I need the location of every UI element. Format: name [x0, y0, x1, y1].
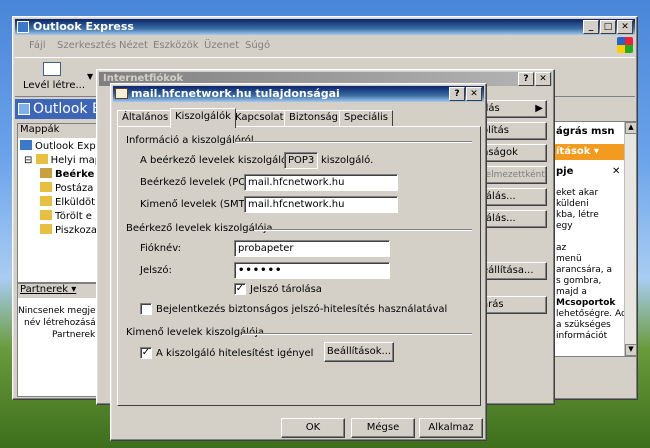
tree-deleted[interactable]: Törölt e: [40, 210, 92, 222]
incoming-type-suffix: kiszolgáló.: [321, 155, 374, 166]
menu-view[interactable]: Nézet: [119, 40, 148, 51]
menu-file[interactable]: Fájl: [29, 40, 46, 51]
outlook-title: Outlook Express: [33, 20, 134, 33]
account-input[interactable]: probapeter: [234, 240, 390, 257]
accounts-side-btn-4[interactable]: telmezettként: [479, 166, 547, 184]
smtp-auth-checkbox[interactable]: ✓: [140, 347, 152, 359]
menu-help[interactable]: Súgó: [245, 40, 270, 51]
windows-flag-icon: [617, 37, 633, 53]
smtp-auth-label: A kiszolgáló hitelesítést igényel: [156, 348, 314, 359]
menu-tools[interactable]: Eszközök: [153, 40, 199, 51]
spa-label: Bejelentkezés biztonságos jelszó-hiteles…: [156, 304, 448, 315]
pop3-input[interactable]: mail.hfcnetwork.hu: [244, 174, 398, 191]
maximize-button[interactable]: □: [600, 20, 616, 34]
tab-page: Információ a kiszolgálóról A beérkező le…: [117, 126, 481, 406]
outlook-banner-icon: [18, 103, 30, 115]
tab-advanced[interactable]: Speciális: [339, 110, 394, 126]
menu-bar: Fájl Szerkesztés Nézet Eszközök Üzenet S…: [15, 37, 635, 55]
msn-section: ítások ▾: [552, 144, 624, 160]
new-mail-icon: [43, 62, 61, 76]
outlook-app-icon: [17, 21, 29, 33]
incoming-type-field: POP3: [284, 152, 318, 169]
accounts-side-btn-5[interactable]: tálás...: [479, 188, 547, 206]
msn-scrollbar[interactable]: ▲ ▼: [624, 122, 636, 356]
tree-inbox[interactable]: Beérke: [40, 168, 94, 180]
folders-header: Mappák: [18, 124, 102, 138]
server-info-group-label: Információ a kiszolgálóról: [126, 135, 254, 146]
properties-dialog: mail.hfcnetwork.hu tulajdonságai ? ✕ Ált…: [110, 83, 487, 441]
smtp-input[interactable]: mail.hfcnetwork.hu: [244, 196, 398, 213]
msn-heading: pje: [556, 166, 574, 177]
dropdown-arrow-icon[interactable]: ▼: [87, 72, 93, 81]
dialog-titlebar: mail.hfcnetwork.hu tulajdonságai ? ✕: [113, 86, 484, 102]
accounts-side-btn-3[interactable]: nságok: [479, 144, 547, 162]
account-label: Fióknév:: [140, 243, 181, 254]
tab-strip: Általános Kiszolgálók Kapcsolat Biztonsá…: [117, 108, 481, 128]
outgoing-server-divider: [242, 333, 472, 335]
menu-message[interactable]: Üzenet: [204, 40, 239, 51]
dialog-help-button[interactable]: ?: [449, 87, 465, 101]
contacts-pane: Partnerek ▾ Nincsenek megjelení név létr…: [17, 283, 113, 397]
dialog-title: mail.hfcnetwork.hu tulajdonságai: [131, 87, 340, 100]
incoming-server-group-label: Beérkező levelek kiszolgálója: [126, 223, 273, 234]
incoming-server-divider: [254, 229, 472, 231]
tab-servers[interactable]: Kiszolgálók: [170, 108, 236, 128]
new-mail-button[interactable]: Levél létre...: [21, 60, 85, 94]
contacts-text-2: név létrehozásáho: [24, 318, 107, 328]
msn-brand: ágrás msn: [556, 126, 615, 137]
msn-pane: ágrás msn ítások ▾ pje ✕ eket akar külde…: [551, 121, 637, 357]
cancel-button[interactable]: Mégse: [351, 418, 415, 438]
remember-password-label: Jelszó tárolása: [250, 284, 322, 295]
server-info-divider: [236, 141, 472, 143]
minimize-button[interactable]: _: [583, 20, 599, 34]
accounts-help-button[interactable]: ?: [518, 72, 534, 86]
spa-checkbox[interactable]: [140, 303, 152, 315]
apply-button[interactable]: Alkalmaz: [419, 418, 483, 438]
dialog-close-button[interactable]: ✕: [466, 87, 482, 101]
contacts-header[interactable]: Partnerek ▾: [18, 284, 102, 298]
tree-sent[interactable]: Elküldöt: [40, 196, 95, 208]
accounts-side-btn-8[interactable]: árás: [479, 296, 547, 314]
incoming-type-prefix: A beérkező levelek kiszolgálója: [140, 155, 297, 166]
smtp-label: Kimenő levelek (SMTP):: [140, 199, 259, 210]
password-input[interactable]: ••••••: [234, 262, 390, 279]
remember-password-checkbox[interactable]: ✓: [234, 283, 246, 295]
close-tip-icon[interactable]: ✕: [612, 166, 620, 177]
tab-connection[interactable]: Kapcsolat: [230, 110, 289, 126]
close-button[interactable]: ✕: [617, 20, 633, 34]
folders-pane: Mappák Outlook Express ⊟ Helyi mappá Beé…: [17, 123, 116, 283]
tab-general[interactable]: Általános: [117, 110, 174, 126]
accounts-side-btn-7[interactable]: eállítása...: [479, 262, 547, 280]
tab-security[interactable]: Biztonság: [284, 110, 343, 126]
menu-edit[interactable]: Szerkesztés: [57, 40, 116, 51]
dialog-mail-icon: [115, 88, 128, 99]
smtp-settings-button[interactable]: Beállítások...: [324, 342, 394, 362]
accounts-close-button[interactable]: ✕: [535, 72, 551, 86]
outlook-titlebar: Outlook Express _ □ ✕: [15, 19, 635, 35]
accounts-side-btn-2[interactable]: olítás: [479, 122, 547, 140]
accounts-side-btn-6[interactable]: tálás...: [479, 210, 547, 228]
accounts-side-btn-1[interactable]: dás ▶: [479, 100, 547, 118]
tree-outbox[interactable]: Postáza: [40, 182, 93, 194]
password-label: Jelszó:: [140, 265, 172, 276]
outlook-banner: Outlook E: [15, 99, 105, 119]
ok-button[interactable]: OK: [281, 418, 345, 438]
tree-drafts[interactable]: Piszkoza: [40, 224, 97, 236]
